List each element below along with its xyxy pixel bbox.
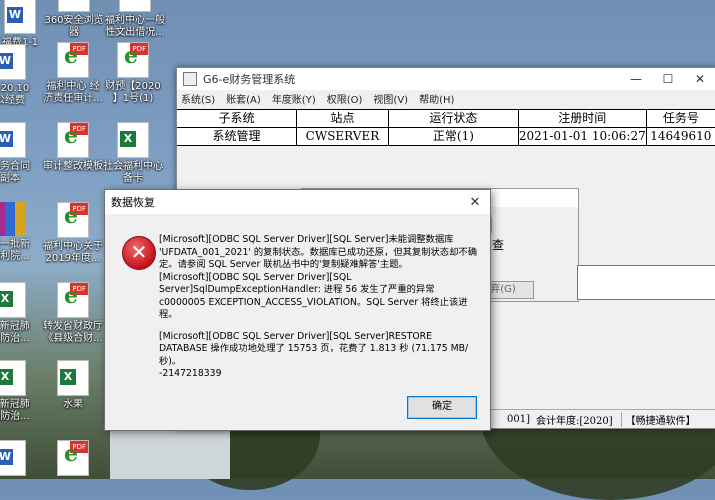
table-cell: 正常(1) bbox=[389, 128, 519, 145]
desktop-icon[interactable]: 3 新冠肺 炎防治... bbox=[0, 282, 42, 345]
column-header: 站点 bbox=[297, 110, 390, 127]
pdf-icon bbox=[57, 282, 89, 318]
subsystem-table: 子系统 站点 运行状态 注册时间 任务号 系统管理 CWSERVER 正常(1)… bbox=[177, 109, 715, 146]
menu-item-help[interactable]: 帮助(H) bbox=[419, 91, 454, 106]
status-brand: 【畅捷通软件】 bbox=[620, 411, 696, 427]
word-doc-icon bbox=[0, 122, 26, 158]
desktop-icon-label: 水果 bbox=[63, 399, 83, 410]
desktop-icon-label: 审计整改模板 bbox=[43, 161, 103, 172]
archive-icon bbox=[0, 202, 25, 236]
maximize-icon[interactable]: ☐ bbox=[652, 72, 684, 86]
desktop-icon[interactable]: 水果 bbox=[41, 360, 105, 411]
desktop-icon-label: 福利中心一般 性文出借况... bbox=[105, 15, 165, 38]
desktop-icon[interactable]: 第一批新 福利院... bbox=[0, 202, 42, 263]
desktop-icon-label: 福利中心关于 2019年度... bbox=[43, 241, 103, 264]
desktop-icon-label: 第一批新 福利院... bbox=[0, 239, 30, 262]
desktop-icon[interactable]: 福利中心一般 性文出借况... bbox=[103, 0, 167, 39]
column-header: 注册时间 bbox=[519, 110, 647, 127]
table-cell: CWSERVER bbox=[297, 128, 390, 145]
house-silhouette bbox=[102, 409, 238, 479]
excel-icon bbox=[117, 122, 149, 158]
desktop-icon-label: 社会福利中心 备卡 bbox=[103, 161, 163, 184]
excel-icon bbox=[0, 282, 26, 318]
desktop-icon[interactable]: 转发省财政厅 《县级合财... bbox=[41, 282, 105, 345]
ok-button[interactable]: 确定 bbox=[407, 396, 477, 419]
minimize-icon[interactable]: — bbox=[620, 72, 652, 86]
menu-item-year[interactable]: 年度账(Y) bbox=[272, 91, 316, 106]
close-icon[interactable]: ✕ bbox=[460, 195, 490, 210]
table-cell: 2021-01-01 10:06:27 bbox=[518, 128, 647, 145]
error-icon: ✕ bbox=[122, 236, 156, 270]
document-icon bbox=[119, 0, 151, 12]
desktop-icon-label: 1-20.10 公经费 bbox=[0, 83, 30, 106]
menu-item-permission[interactable]: 权限(O) bbox=[327, 91, 363, 106]
desktop-icon[interactable] bbox=[0, 440, 42, 479]
excel-icon bbox=[0, 360, 26, 396]
desktop-icon[interactable]: 福利中心关于 2019年度... bbox=[41, 202, 105, 265]
app-titlebar[interactable]: G6-e财务管理系统 — ☐ ✕ bbox=[177, 68, 715, 90]
dialog-titlebar[interactable]: 数据恢复 ✕ bbox=[105, 190, 490, 214]
desktop-icon[interactable]: 360安全浏览器 bbox=[42, 0, 106, 39]
menu-bar: 系统(S) 账套(A) 年度账(Y) 权限(O) 视图(V) 帮助(H) bbox=[177, 90, 715, 107]
desktop-icon[interactable]: 1-20.10 公经费 bbox=[0, 44, 42, 107]
error-message-2: [Microsoft][ODBC SQL Server Driver][SQL … bbox=[159, 330, 469, 380]
data-restore-dialog: 数据恢复 ✕ ✕ [Microsoft][ODBC SQL Server Dri… bbox=[104, 189, 491, 431]
dialog-message: [Microsoft][ODBC SQL Server Driver][SQL … bbox=[159, 234, 479, 390]
desktop-icon-label: 360安全浏览器 bbox=[44, 15, 104, 38]
pdf-icon bbox=[117, 42, 149, 78]
menu-item-system[interactable]: 系统(S) bbox=[181, 91, 215, 106]
desktop-icon-label: 4 新冠肺 炎防治... bbox=[0, 399, 30, 422]
error-message-1: [Microsoft][ODBC SQL Server Driver][SQL … bbox=[159, 234, 477, 320]
table-header-row: 子系统 站点 运行状态 注册时间 任务号 bbox=[177, 110, 715, 128]
column-header: 任务号 bbox=[647, 110, 715, 127]
pdf-icon bbox=[57, 122, 89, 158]
app-title: G6-e财务管理系统 bbox=[203, 73, 296, 86]
desktop-icon[interactable] bbox=[41, 440, 105, 479]
menu-item-account[interactable]: 账套(A) bbox=[226, 91, 261, 106]
word-doc-icon bbox=[0, 440, 26, 476]
table-row[interactable]: 系统管理 CWSERVER 正常(1) 2021-01-01 10:06:27 … bbox=[177, 128, 715, 146]
pdf-icon bbox=[57, 42, 89, 78]
desktop-icon[interactable]: 财预【2020 】1号(1) bbox=[101, 42, 165, 105]
desktop-icon-label: 福利中心 经 济责任审计... bbox=[43, 81, 103, 104]
word-doc-icon bbox=[4, 0, 36, 34]
browser-icon bbox=[58, 0, 90, 12]
menu-item-view[interactable]: 视图(V) bbox=[373, 91, 408, 106]
desktop-icon[interactable]: 福利中心 经 济责任审计... bbox=[41, 42, 105, 105]
excel-icon bbox=[57, 360, 89, 396]
desktop-icon[interactable]: 审计整改模板 bbox=[41, 122, 105, 173]
table-cell: 14649610 bbox=[647, 128, 715, 145]
column-header: 运行状态 bbox=[389, 110, 519, 127]
word-doc-icon bbox=[0, 44, 26, 80]
pdf-icon bbox=[57, 202, 89, 238]
desktop-icon-label: 3 新冠肺 炎防治... bbox=[0, 321, 30, 344]
desktop-icon-label: 服务合同 副本 bbox=[0, 161, 30, 184]
desktop-icon-label: 转发省财政厅 《县级合财... bbox=[43, 321, 103, 344]
column-header: 子系统 bbox=[177, 110, 297, 127]
status-fiscal-year: 会计年度:[2020] bbox=[536, 415, 613, 427]
table-cell: 系统管理 bbox=[177, 128, 297, 145]
desktop-icon-label: 财预【2020 】1号(1) bbox=[105, 81, 161, 104]
side-list[interactable] bbox=[577, 265, 715, 300]
desktop-icon[interactable]: 4 新冠肺 炎防治... bbox=[0, 360, 42, 423]
checkbox-label[interactable]: 查 bbox=[492, 236, 504, 253]
pdf-icon bbox=[57, 440, 89, 476]
dialog-title: 数据恢复 bbox=[111, 196, 155, 209]
desktop-icon[interactable]: 服务合同 副本 bbox=[0, 122, 42, 185]
status-account: 001] bbox=[507, 413, 530, 425]
app-icon bbox=[183, 72, 197, 86]
desktop-icon[interactable]: 社会福利中心 备卡 bbox=[101, 122, 165, 185]
close-icon[interactable]: ✕ bbox=[684, 72, 715, 86]
